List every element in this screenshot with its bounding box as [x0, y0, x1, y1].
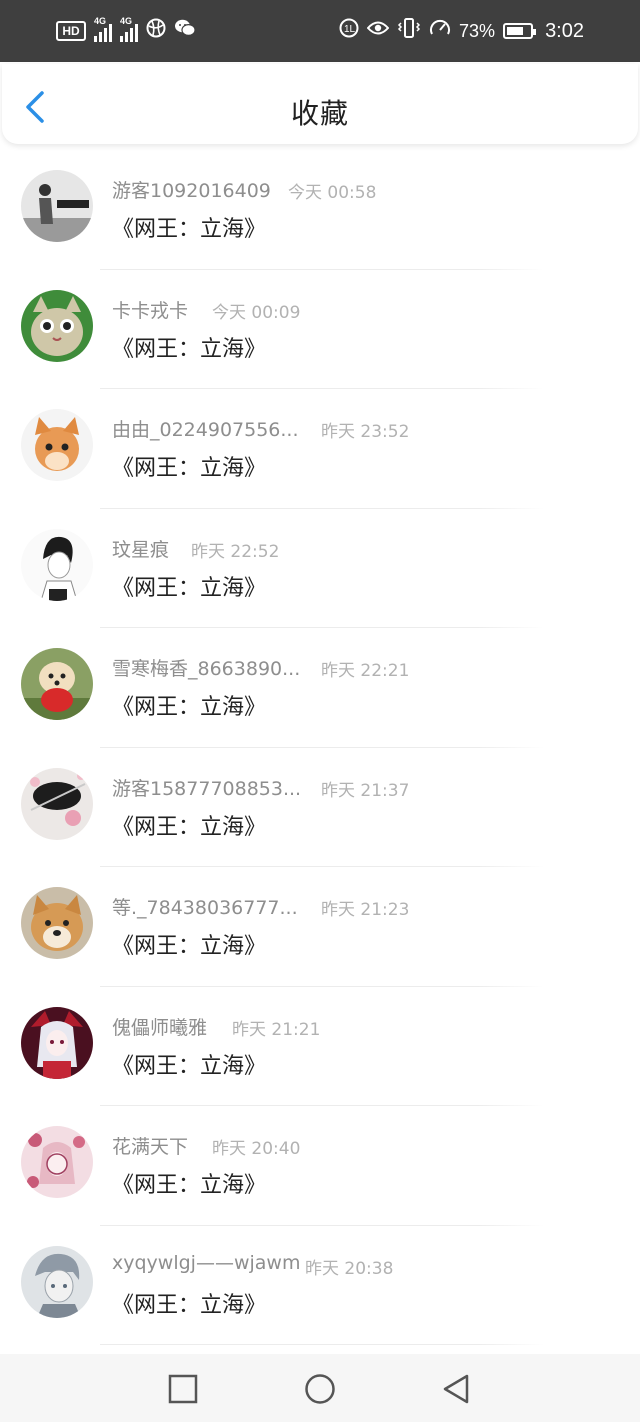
- avatar[interactable]: [21, 170, 93, 242]
- username: 由由_0224907556...: [112, 419, 299, 441]
- recent-apps-icon: [168, 1374, 198, 1404]
- favorite-title: 《网王：立海》: [112, 1053, 267, 1079]
- timestamp: 昨天 20:38: [305, 1258, 394, 1279]
- avatar[interactable]: [21, 1245, 93, 1318]
- globe-icon: [146, 18, 166, 43]
- list-item[interactable]: xyqywlgj——wjawm 昨天 20:38 《网王：立海》: [0, 1226, 640, 1345]
- timestamp: 昨天 22:52: [191, 541, 280, 562]
- speed-icon: [429, 18, 451, 43]
- system-nav-bar: [0, 1354, 640, 1422]
- list-item[interactable]: 由由_0224907556... 昨天 23:52 《网王：立海》: [0, 389, 640, 509]
- favorite-title: 《网王：立海》: [112, 456, 267, 481]
- list-item[interactable]: 玟星痕 昨天 22:52 《网王：立海》: [0, 509, 640, 628]
- username: 等._78438036777...: [112, 897, 298, 919]
- favorite-title: 《网王：立海》: [112, 1173, 267, 1198]
- back-icon: [443, 1374, 469, 1404]
- eye-icon: [366, 20, 390, 41]
- timestamp: 昨天 20:40: [212, 1139, 301, 1159]
- divider: [100, 1344, 544, 1345]
- signal-icon: 4G: [120, 16, 138, 42]
- home-icon: [305, 1374, 335, 1404]
- favorite-title: 《网王：立海》: [112, 575, 267, 601]
- username: 玟星痕: [112, 538, 170, 561]
- avatar[interactable]: [21, 1126, 93, 1198]
- list-item[interactable]: 花满天下 昨天 20:40 《网王：立海》: [0, 1106, 640, 1226]
- list-item[interactable]: 游客1092016409 今天 00:58 《网王：立海》: [0, 150, 640, 270]
- timestamp: 昨天 21:21: [232, 1019, 321, 1040]
- avatar[interactable]: [21, 767, 93, 840]
- username: 傀儡师曦雅: [112, 1016, 208, 1039]
- list-item[interactable]: 雪寒梅香_8663890... 昨天 22:21 《网王：立海》: [0, 628, 640, 748]
- username: 游客1092016409: [112, 180, 271, 202]
- favorites-list: 游客1092016409 今天 00:58 《网王：立海》 卡卡戎卡 今天 00…: [0, 150, 640, 1345]
- timestamp: 今天 00:09: [212, 302, 301, 323]
- favorite-title: 《网王：立海》: [112, 814, 267, 840]
- hd-icon: HD: [56, 20, 86, 41]
- favorite-title: 《网王：立海》: [112, 695, 267, 720]
- username: xyqywlgj——wjawm: [112, 1251, 301, 1274]
- list-item[interactable]: 等._78438036777... 昨天 21:23 《网王：立海》: [0, 867, 640, 987]
- username: 花满天下: [112, 1136, 189, 1158]
- list-item[interactable]: 游客15877708853... 昨天 21:37 《网王：立海》: [0, 748, 640, 867]
- favorite-title: 《网王：立海》: [112, 1292, 267, 1318]
- avatar[interactable]: [21, 887, 93, 959]
- username: 卡卡戎卡: [112, 299, 189, 322]
- avatar[interactable]: [21, 409, 93, 481]
- signal-icon: 4G: [94, 16, 112, 42]
- wechat-icon: [174, 18, 196, 43]
- timestamp: 昨天 22:21: [321, 661, 410, 681]
- favorite-title: 《网王：立海》: [112, 336, 267, 362]
- nav-back-button[interactable]: [440, 1372, 474, 1406]
- avatar[interactable]: [21, 1006, 93, 1079]
- favorite-title: 《网王：立海》: [112, 934, 267, 959]
- avatar[interactable]: [21, 648, 93, 720]
- status-bar: HD 4G 4G 1L 73% 3:02: [0, 0, 640, 62]
- list-item[interactable]: 傀儡师曦雅 昨天 21:21 《网王：立海》: [0, 987, 640, 1106]
- username: 雪寒梅香_8663890...: [112, 658, 301, 680]
- timestamp: 昨天 23:52: [321, 422, 410, 442]
- username: 游客15877708853...: [112, 777, 302, 800]
- nfc-icon: 1L: [339, 18, 359, 43]
- clock: 3:02: [545, 19, 584, 42]
- svg-text:1L: 1L: [344, 24, 356, 35]
- battery-icon: [503, 22, 537, 39]
- vibrate-icon: [397, 18, 421, 43]
- home-button[interactable]: [303, 1372, 337, 1406]
- app-header: 收藏: [2, 64, 638, 144]
- page-title: 收藏: [290, 97, 349, 130]
- avatar[interactable]: [21, 289, 93, 362]
- timestamp: 昨天 21:37: [321, 780, 410, 801]
- timestamp: 今天 00:58: [288, 183, 377, 203]
- recent-apps-button[interactable]: [166, 1372, 200, 1406]
- favorite-title: 《网王：立海》: [112, 217, 267, 242]
- list-item[interactable]: 卡卡戎卡 今天 00:09 《网王：立海》: [0, 270, 640, 389]
- avatar[interactable]: [21, 528, 93, 601]
- timestamp: 昨天 21:23: [321, 900, 410, 920]
- battery-percent: 73%: [459, 20, 496, 41]
